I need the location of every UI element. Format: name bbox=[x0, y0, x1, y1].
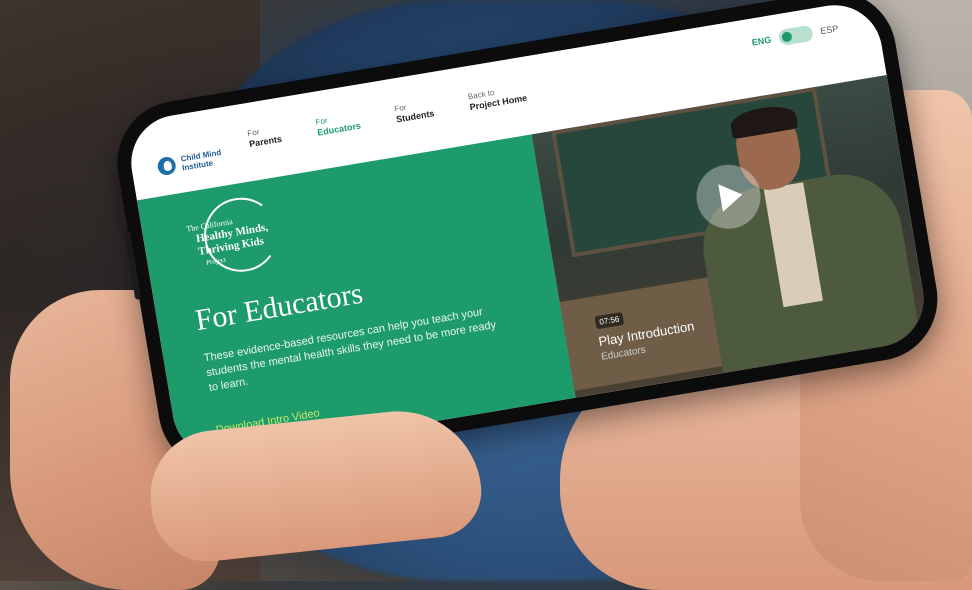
nav-students[interactable]: For Students bbox=[394, 98, 435, 125]
project-logo: The California Healthy Minds, Thriving K… bbox=[177, 190, 298, 283]
lang-esp[interactable]: ESP bbox=[820, 23, 839, 36]
main-nav: For Parents For Educators For Students B… bbox=[247, 83, 528, 149]
toggle-knob bbox=[781, 31, 793, 43]
cmi-logo-text: Child Mind Institute bbox=[180, 147, 222, 173]
lang-eng[interactable]: ENG bbox=[751, 35, 772, 48]
language-toggle[interactable] bbox=[777, 24, 814, 47]
cmi-logo[interactable]: Child Mind Institute bbox=[156, 146, 234, 177]
language-switcher: ENG ESP bbox=[751, 20, 840, 50]
intro-video[interactable]: 07:56 Play Introduction Educators bbox=[531, 74, 931, 398]
nav-educators[interactable]: For Educators bbox=[315, 111, 362, 138]
nav-parents[interactable]: For Parents bbox=[247, 124, 283, 149]
cmi-logo-icon bbox=[156, 155, 178, 177]
nav-project-home[interactable]: Back to Project Home bbox=[467, 83, 528, 112]
